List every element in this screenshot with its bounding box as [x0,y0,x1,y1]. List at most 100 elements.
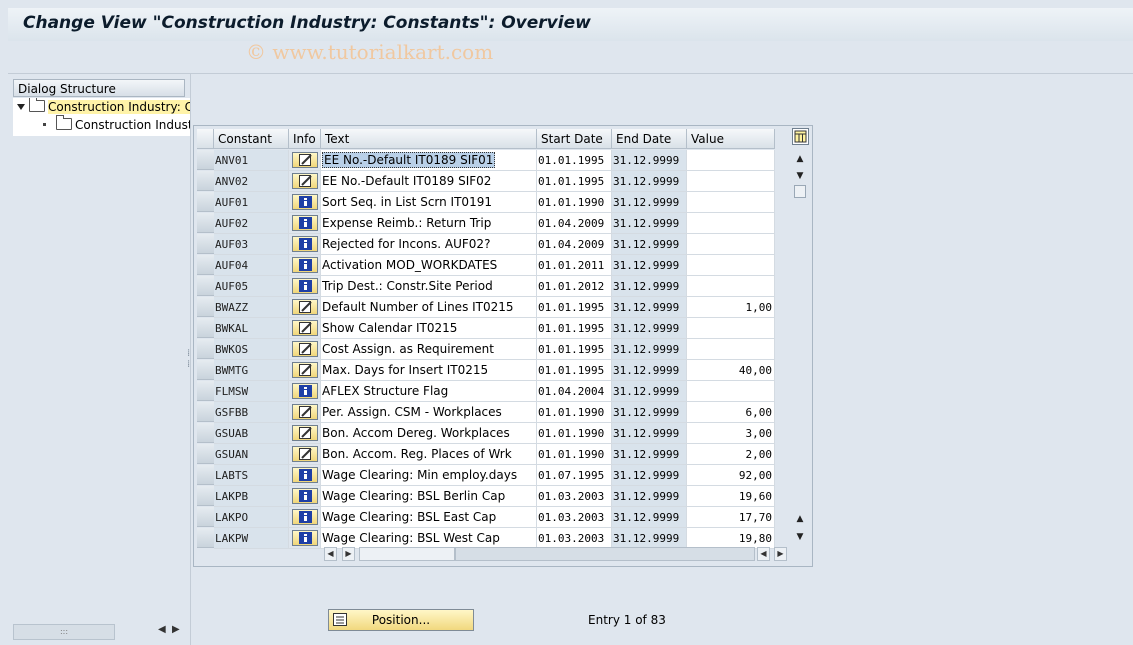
cell-value[interactable]: 2,00 [687,444,775,465]
cell-value[interactable] [687,381,775,402]
cell-text[interactable]: AFLEX Structure Flag [321,381,537,402]
select-all-header[interactable] [197,129,214,149]
cell-end-date[interactable]: 31.12.9999 [612,486,687,507]
cell-start-date[interactable]: 01.01.2012 [537,276,612,297]
cell-value[interactable]: 3,00 [687,423,775,444]
cell-text[interactable]: EE No.-Default IT0189 SIF01 [321,150,537,171]
info-icon[interactable] [292,530,318,546]
cell-text[interactable]: Trip Dest.: Constr.Site Period [321,276,537,297]
cell-value[interactable]: 40,00 [687,360,775,381]
tree-scroll-arrows[interactable]: ◀ ▶ [158,624,180,635]
cell-end-date[interactable]: 31.12.9999 [612,318,687,339]
edit-icon[interactable] [292,173,318,189]
table-settings-icon[interactable] [792,128,809,145]
row-selector[interactable] [197,171,214,191]
cell-start-date[interactable]: 01.01.1995 [537,318,612,339]
info-icon[interactable] [292,215,318,231]
scroll-up-icon[interactable]: ▲ [792,151,808,167]
cell-text[interactable]: Activation MOD_WORKDATES [321,255,537,276]
edit-icon[interactable] [292,404,318,420]
cell-start-date[interactable]: 01.03.2003 [537,528,612,549]
cell-start-date[interactable]: 01.04.2009 [537,234,612,255]
cell-start-date[interactable]: 01.01.1990 [537,444,612,465]
cell-start-date[interactable]: 01.01.1990 [537,192,612,213]
info-icon[interactable] [292,488,318,504]
cell-value[interactable] [687,192,775,213]
row-selector[interactable] [197,255,214,275]
row-selector[interactable] [197,192,214,212]
cell-value[interactable] [687,171,775,192]
info-icon[interactable] [292,383,318,399]
expand-arrow-icon[interactable] [17,104,25,110]
cell-start-date[interactable]: 01.03.2003 [537,486,612,507]
row-selector[interactable] [197,318,214,338]
cell-start-date[interactable]: 01.01.2011 [537,255,612,276]
cell-start-date[interactable]: 01.01.1995 [537,297,612,318]
cell-text[interactable]: Bon. Accom. Reg. Places of Wrk [321,444,537,465]
cell-start-date[interactable]: 01.01.1995 [537,150,612,171]
cell-start-date[interactable]: 01.04.2004 [537,381,612,402]
cell-value[interactable]: 1,00 [687,297,775,318]
cell-value[interactable] [687,150,775,171]
edit-icon[interactable] [292,341,318,357]
cell-end-date[interactable]: 31.12.9999 [612,507,687,528]
scroll-page-down-icon[interactable]: ▼ [792,529,808,545]
pane-splitter-handle[interactable]: ⁞ ⁞ [187,348,190,370]
cell-start-date[interactable]: 01.04.2009 [537,213,612,234]
cell-end-date[interactable]: 31.12.9999 [612,528,687,549]
scroll-down-icon[interactable]: ▼ [792,168,808,184]
cell-end-date[interactable]: 31.12.9999 [612,276,687,297]
cell-value[interactable] [687,318,775,339]
scroll-right-icon[interactable]: ▶ [342,547,355,561]
cell-text[interactable]: Wage Clearing: BSL East Cap [321,507,537,528]
scroll-left-icon[interactable]: ◀ [324,547,337,561]
edit-icon[interactable] [292,152,318,168]
cell-value[interactable] [687,339,775,360]
tree-node-construction-industry[interactable]: Construction Industry: C [13,98,190,116]
row-selector[interactable] [197,234,214,254]
cell-text[interactable]: Default Number of Lines IT0215 [321,297,537,318]
cell-start-date[interactable]: 01.01.1995 [537,360,612,381]
row-selector[interactable] [197,381,214,401]
row-selector[interactable] [197,360,214,380]
cell-value[interactable] [687,255,775,276]
cell-value[interactable]: 19,80 [687,528,775,549]
cell-text[interactable]: Wage Clearing: BSL Berlin Cap [321,486,537,507]
cell-value[interactable]: 6,00 [687,402,775,423]
row-selector[interactable] [197,444,214,464]
edit-icon[interactable] [292,425,318,441]
scroll-right-end-icon[interactable]: ▶ [774,547,787,561]
horizontal-scroll-thumb[interactable] [359,547,455,561]
cell-start-date[interactable]: 01.03.2003 [537,507,612,528]
cell-text[interactable]: Wage Clearing: BSL West Cap [321,528,537,549]
cell-end-date[interactable]: 31.12.9999 [612,444,687,465]
info-icon[interactable] [292,509,318,525]
row-selector[interactable] [197,402,214,422]
cell-end-date[interactable]: 31.12.9999 [612,234,687,255]
cell-end-date[interactable]: 31.12.9999 [612,339,687,360]
column-header-info[interactable]: Info [289,129,321,149]
cell-end-date[interactable]: 31.12.9999 [612,213,687,234]
info-icon[interactable] [292,278,318,294]
cell-end-date[interactable]: 31.12.9999 [612,381,687,402]
cell-end-date[interactable]: 31.12.9999 [612,297,687,318]
cell-text[interactable]: Cost Assign. as Requirement [321,339,537,360]
edit-icon[interactable] [292,362,318,378]
horizontal-scroll-track[interactable] [455,547,755,561]
cell-value[interactable] [687,234,775,255]
edit-icon[interactable] [292,320,318,336]
cell-value[interactable] [687,213,775,234]
cell-start-date[interactable]: 01.01.1990 [537,423,612,444]
cell-end-date[interactable]: 31.12.9999 [612,402,687,423]
cell-end-date[interactable]: 31.12.9999 [612,255,687,276]
cell-start-date[interactable]: 01.01.1995 [537,171,612,192]
cell-text[interactable]: Max. Days for Insert IT0215 [321,360,537,381]
cell-text[interactable]: Sort Seq. in List Scrn IT0191 [321,192,537,213]
table-vertical-scrollbar[interactable]: ▲ ▼ ▲ ▼ [792,149,808,544]
row-selector[interactable] [197,465,214,485]
cell-text[interactable]: Wage Clearing: Min employ.days [321,465,537,486]
scroll-thumb[interactable] [794,185,806,198]
cell-end-date[interactable]: 31.12.9999 [612,465,687,486]
cell-end-date[interactable]: 31.12.9999 [612,360,687,381]
column-header-end-date[interactable]: End Date [612,129,687,149]
